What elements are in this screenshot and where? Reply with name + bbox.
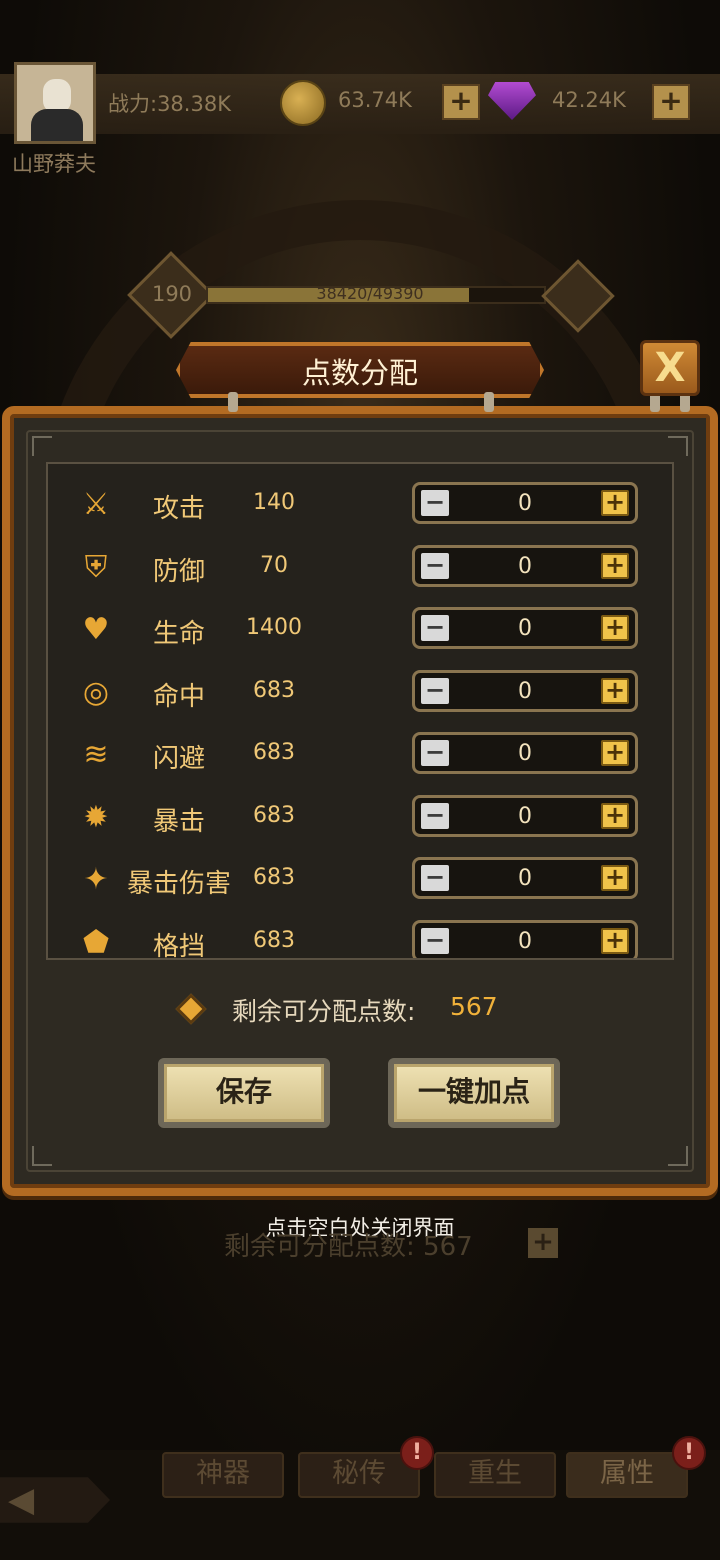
alert-icon: ! — [672, 1436, 706, 1470]
stat-value: 70 — [260, 552, 288, 578]
decrease-button[interactable]: − — [421, 927, 449, 954]
dodge-icon: ≋ — [83, 737, 109, 772]
stat-stepper: −0 + — [412, 794, 638, 837]
allocated-points[interactable]: 0 — [455, 866, 595, 891]
allocated-points[interactable]: 0 — [455, 554, 595, 579]
stat-row: ⬟ 格挡 683 −0 + — [48, 912, 672, 960]
tab-artifact[interactable]: 神器 — [162, 1452, 284, 1498]
stat-value: 140 — [253, 490, 295, 515]
player-name: 山野莽夫 — [12, 152, 96, 176]
stat-row: ⚔ 攻击 140 −0 + — [48, 474, 672, 536]
tab-rebirth[interactable]: 重生 — [434, 1452, 556, 1498]
block-icon: ⬟ — [82, 924, 110, 960]
stat-value: 683 — [253, 865, 295, 890]
save-button[interactable]: 保存 — [158, 1058, 330, 1128]
add-gem-button[interactable]: + — [652, 84, 690, 120]
crit-damage-icon: ✦ — [83, 862, 109, 897]
frame-corner — [668, 436, 688, 456]
auto-allocate-button[interactable]: 一键加点 — [388, 1058, 560, 1128]
level-value: 190 — [151, 282, 193, 306]
stat-row: ✦ 暴击伤害 683 −0 + — [48, 849, 672, 911]
stat-stepper: −0 + — [412, 669, 638, 712]
combat-power: 战力:38.38K — [108, 92, 231, 116]
stat-row: ◎ 命中 683 −0 + — [48, 662, 672, 724]
tab-attributes[interactable]: 属性 — [566, 1452, 688, 1498]
decrease-button[interactable]: − — [421, 677, 449, 704]
stat-value: 1400 — [246, 615, 302, 640]
stat-label: 暴击 — [152, 806, 205, 837]
back-arrow-icon: ◀ — [8, 1480, 35, 1520]
exp-text: 38420/49390 — [316, 284, 424, 303]
decrease-button[interactable]: − — [421, 552, 449, 579]
stat-list[interactable]: ⚔ 攻击 140−0 + ⛨ 防御 70−0 + ♥ 生命 1400−0 + ◎ 命中 683−0 + ≋ 闪避 6… — [46, 462, 674, 960]
decrease-button[interactable]: − — [421, 865, 449, 891]
decrease-button[interactable]: − — [421, 802, 449, 829]
allocated-points[interactable]: 0 — [455, 741, 595, 766]
stat-row: ✹ 暴击 683 −0 + — [48, 787, 672, 849]
heart-icon: ♥ — [82, 612, 110, 647]
stat-stepper: −0 + — [412, 607, 638, 649]
stat-row: ≋ 闪避 683 −0 + — [48, 724, 672, 786]
close-button[interactable]: X — [640, 340, 700, 396]
stat-value: 683 — [253, 927, 295, 953]
avatar-head — [43, 79, 71, 113]
shield-icon: ⛨ — [84, 549, 108, 585]
decrease-button[interactable]: − — [421, 490, 449, 516]
dialog-title: 点数分配 — [301, 356, 418, 390]
stat-value: 683 — [253, 677, 295, 703]
stat-stepper: −0 + — [412, 857, 638, 899]
frame-corner — [32, 436, 52, 456]
gold-value: 63.74K — [338, 88, 412, 112]
background-remaining-value: 567 — [423, 1232, 473, 1262]
decrease-button[interactable]: − — [421, 740, 449, 766]
stat-stepper: −0 + — [412, 919, 638, 958]
remaining-points-value: 567 — [450, 992, 498, 1021]
alert-icon: ! — [400, 1436, 434, 1470]
increase-button[interactable]: + — [601, 552, 629, 579]
stat-label: 暴击伤害 — [126, 869, 231, 899]
frame-corner — [32, 1146, 52, 1166]
allocated-points[interactable]: 0 — [455, 804, 595, 829]
stat-stepper: −0 + — [412, 544, 638, 587]
stat-label: 闪避 — [152, 744, 205, 774]
remaining-points-label: 剩余可分配点数: — [232, 997, 416, 1026]
stat-label: 格挡 — [152, 931, 205, 960]
background-remaining-label: 剩余可分配点数: — [224, 1232, 415, 1262]
nail-decoration — [228, 392, 238, 412]
background-remaining-text: 剩余可分配点数: 567 — [224, 1226, 473, 1263]
stat-row: ♥ 生命 1400 −0 + — [48, 599, 672, 661]
crit-icon: ✹ — [83, 799, 109, 835]
increase-button[interactable]: + — [601, 802, 629, 829]
stat-stepper: −0 + — [412, 482, 638, 524]
nail-decoration — [484, 392, 494, 412]
stat-label: 生命 — [152, 619, 205, 649]
sword-icon: ⚔ — [82, 487, 110, 522]
increase-button[interactable]: + — [601, 615, 629, 641]
allocated-points[interactable]: 0 — [455, 616, 595, 641]
stat-label: 防御 — [152, 556, 205, 587]
avatar-body — [31, 109, 83, 141]
gem-value: 42.24K — [552, 88, 626, 112]
stat-value: 683 — [253, 802, 295, 828]
increase-button[interactable]: + — [601, 740, 629, 766]
avatar[interactable] — [14, 62, 96, 144]
stat-label: 命中 — [152, 681, 205, 712]
increase-button[interactable]: + — [601, 865, 629, 891]
target-icon: ◎ — [82, 674, 110, 710]
increase-button[interactable]: + — [601, 490, 629, 516]
allocated-points[interactable]: 0 — [455, 929, 595, 954]
gold-coin-icon — [280, 80, 326, 126]
frame-corner — [668, 1146, 688, 1166]
stat-value: 683 — [253, 740, 295, 765]
decrease-button[interactable]: − — [421, 615, 449, 641]
allocated-points[interactable]: 0 — [455, 679, 595, 704]
background-plus-button: + — [528, 1228, 558, 1258]
add-gold-button[interactable]: + — [442, 84, 480, 120]
stat-label: 攻击 — [152, 494, 205, 524]
increase-button[interactable]: + — [601, 677, 629, 704]
stat-row: ⛨ 防御 70 −0 + — [48, 537, 672, 599]
increase-button[interactable]: + — [601, 927, 629, 954]
stat-stepper: −0 + — [412, 732, 638, 774]
allocated-points[interactable]: 0 — [455, 491, 595, 516]
